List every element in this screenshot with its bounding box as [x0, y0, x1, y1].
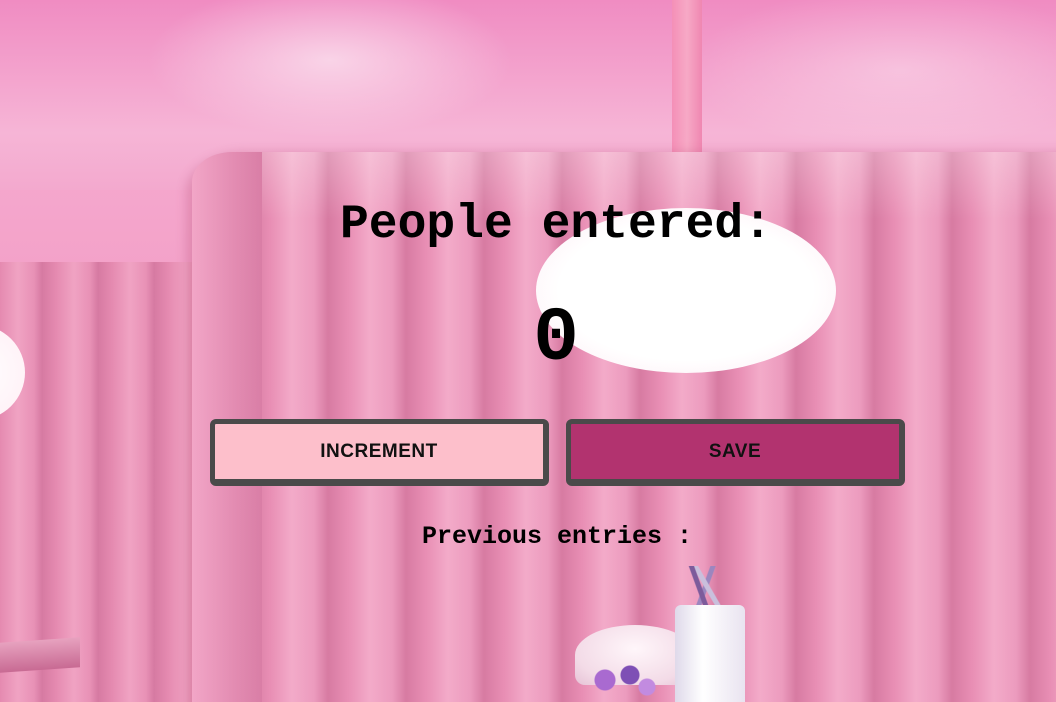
counter-app: People entered: 0 INCREMENT SAVE Previou…: [0, 0, 1056, 702]
increment-button[interactable]: INCREMENT: [210, 419, 549, 486]
save-button[interactable]: SAVE: [566, 419, 905, 486]
previous-entries-label: Previous entries :: [421, 522, 693, 551]
count-display: 0: [533, 296, 579, 382]
people-entered-title: People entered:: [339, 198, 773, 252]
